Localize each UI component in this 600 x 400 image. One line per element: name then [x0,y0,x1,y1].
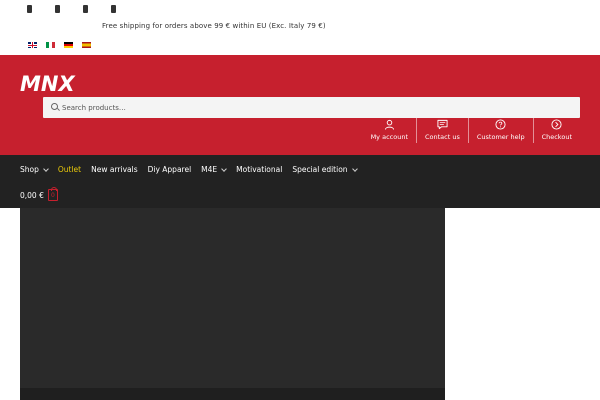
checkout-link[interactable]: Checkout [532,118,580,143]
arrow-right-icon [551,119,562,130]
nav-item-outlet[interactable]: Outlet [58,165,81,174]
nav-item-label: M4E [201,165,218,174]
cart-count: 0 [50,191,55,199]
nav-item-label: Diy Apparel [147,165,192,174]
search-icon [51,103,60,112]
chevron-down-icon [43,165,49,172]
customer-help-label: Customer help [476,133,525,141]
nav-item-new-arrivals[interactable]: New arrivals [91,165,137,174]
shipping-notice: Free shipping for orders above 99 € with… [102,22,326,30]
social-links [24,4,118,14]
nav-item-label: New arrivals [91,165,138,174]
header-links: My account Contact us Customer help Chec… [363,118,580,143]
social-icon[interactable] [52,4,62,14]
language-switcher [28,42,91,48]
nav-menu: Shop Outlet New arrivals Diy Apparel M4E… [20,165,358,174]
nav-item-label: Outlet [57,165,82,174]
chevron-down-icon [351,165,358,172]
nav-item-shop[interactable]: Shop [20,165,49,174]
checkout-label: Checkout [541,133,572,141]
user-icon [384,119,394,130]
social-icon[interactable] [108,4,118,14]
hero-bottom-strip [20,388,445,400]
cart-total: 0,00 € [20,190,44,200]
hero-banner[interactable] [20,208,445,400]
contact-us-link[interactable]: Contact us [416,118,468,143]
cart-widget[interactable]: 0,00 € 0 [20,187,58,201]
svg-text:MNX: MNX [20,72,76,94]
nav-item-special-edition[interactable]: Special edition [292,165,358,174]
flag-uk-icon[interactable] [28,42,37,48]
nav-item-label: Special edition [292,165,348,174]
my-account-label: My account [370,133,408,141]
nav-item-motivational[interactable]: Motivational [236,165,282,174]
customer-help-link[interactable]: Customer help [467,118,533,143]
site-logo[interactable]: MNX [20,72,76,94]
nav-item-m4e[interactable]: M4E [201,165,227,174]
nav-item-diy-apparel[interactable]: Diy Apparel [148,165,192,174]
search-input[interactable] [62,103,562,112]
social-icon[interactable] [80,4,90,14]
chevron-down-icon [221,165,227,172]
contact-us-label: Contact us [425,133,460,141]
help-icon [495,119,506,130]
flag-italy-icon[interactable] [46,42,55,48]
social-icon[interactable] [24,4,34,14]
main-navigation: Shop Outlet New arrivals Diy Apparel M4E… [0,155,600,208]
my-account-link[interactable]: My account [363,118,416,143]
nav-item-label: Shop [20,165,39,174]
cart-bag-icon: 0 [47,187,58,201]
flag-spain-icon[interactable] [82,42,91,48]
search-bar [43,97,580,118]
flag-germany-icon[interactable] [64,42,73,48]
nav-item-label: Motivational [236,165,283,174]
chat-icon [437,119,448,130]
top-bar: Free shipping for orders above 99 € with… [0,0,600,55]
